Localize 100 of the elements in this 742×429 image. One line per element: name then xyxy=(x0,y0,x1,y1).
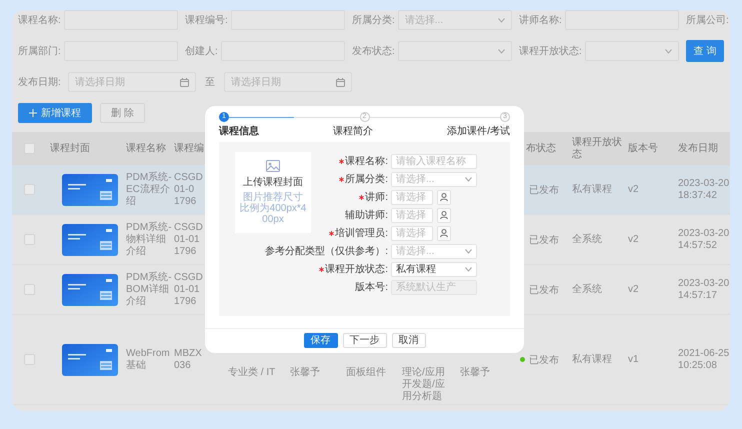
table-cell-text: 已发布 xyxy=(529,184,559,196)
form-label: 课程开放状态: xyxy=(325,262,388,276)
column-header: 发布日期 xyxy=(677,142,719,154)
select-field[interactable]: 请选择... xyxy=(391,244,477,258)
text-field[interactable] xyxy=(230,10,345,30)
user-picker-button[interactable] xyxy=(437,226,451,240)
table-cell-text: CSGD 01-0 1796 xyxy=(173,172,204,208)
table-cell-text: PDM系统-BOM详细介绍 xyxy=(125,272,172,308)
search-button[interactable]: 查 询 xyxy=(686,40,724,62)
form-label: 所属分类: xyxy=(345,172,388,186)
filter-label: 创建人: xyxy=(185,44,218,58)
caret-icon xyxy=(465,248,472,254)
table-cell-text: 张馨予 xyxy=(459,367,491,379)
select-field[interactable]: 请选择 xyxy=(391,208,433,222)
caret-icon xyxy=(498,18,505,22)
table-cell-text: 全系统 xyxy=(571,234,603,246)
select-field[interactable]: 请选择 xyxy=(391,226,433,240)
table-cell-text: v2 xyxy=(627,184,640,196)
filter-label: 所属部门: xyxy=(18,44,61,58)
table-cell-text: WebFrom基础 xyxy=(125,348,171,372)
table-cell-text: v1 xyxy=(627,354,640,366)
form-label: 培训管理员: xyxy=(335,226,388,240)
calendar-icon xyxy=(180,78,189,86)
table-cell-text: 理论/应用开发题/应用分析题 xyxy=(401,367,446,403)
range-separator: 至 xyxy=(204,76,215,89)
add-course-button[interactable]: 新增课程 xyxy=(18,103,92,123)
upload-hint: 图片推荐尺寸比例为400px*400px xyxy=(239,192,307,225)
form-label: 讲师: xyxy=(365,190,388,204)
table-cell-text: 张馨予 xyxy=(289,367,321,379)
dialog-button[interactable]: 取消 xyxy=(392,333,426,348)
form-label: 版本号: xyxy=(355,280,388,294)
cover-upload[interactable]: 上传课程封面 图片推荐尺寸比例为400px*400px xyxy=(235,152,311,233)
table-cell-text: 全系统 xyxy=(571,284,603,296)
table-cell-text: 已发布 xyxy=(529,234,559,246)
table-cell-text: 2023-03-20 14:57:17 xyxy=(677,278,730,302)
caret-icon xyxy=(498,48,505,54)
table-cell-text: 私有课程 xyxy=(571,184,613,196)
user-picker-button[interactable] xyxy=(437,208,451,222)
calendar-icon xyxy=(336,78,345,86)
step-label: 课程信息 xyxy=(219,124,259,136)
caret-icon xyxy=(465,266,472,272)
table-cell-text: MBZX 036 xyxy=(173,348,203,372)
select-field[interactable]: 请选择 xyxy=(391,190,433,204)
filter-label: 所属公司: xyxy=(686,14,729,27)
caret-icon xyxy=(465,176,472,182)
image-icon xyxy=(266,160,280,172)
table-cell-text: 2021-06-25 10:25:08 xyxy=(677,348,730,372)
text-field[interactable] xyxy=(564,10,679,30)
table-cell-text: 已发布 xyxy=(529,284,559,296)
filter-label: 发布状态: xyxy=(352,44,395,58)
table-cell-text: 专业类 / IT xyxy=(227,367,276,379)
user-picker-button[interactable] xyxy=(437,190,451,204)
table-cell-text: 私有课程 xyxy=(571,354,613,366)
select-field[interactable] xyxy=(398,41,512,61)
form-label: 辅助讲师: xyxy=(345,208,388,222)
table-cell-text: 面板组件 xyxy=(345,367,387,379)
form-label: 参考分配类型（仅供参考）: xyxy=(265,244,388,258)
course-thumbnail xyxy=(62,344,118,376)
column-header: 课程编 xyxy=(173,142,205,154)
delete-button[interactable]: 删 除 xyxy=(100,103,145,123)
row-checkbox[interactable] xyxy=(24,184,35,195)
person-icon xyxy=(440,211,448,219)
filter-label: 所属分类: xyxy=(352,14,395,27)
upload-title: 上传课程封面 xyxy=(243,176,303,189)
table-cell-text: PDM系统-EC流程介绍 xyxy=(125,172,172,208)
table-cell-text: 已发布 xyxy=(529,354,559,366)
form-label: 课程名称: xyxy=(345,155,388,168)
column-header: 课程名称 xyxy=(125,142,167,154)
table-cell-text: 2023-03-20 14:57:52 xyxy=(677,228,730,252)
dialog-button[interactable]: 保存 xyxy=(304,333,338,348)
course-thumbnail xyxy=(62,224,118,256)
select-field[interactable]: 请选择... xyxy=(391,172,477,186)
filter-label: 课程名称: xyxy=(18,14,61,27)
filter-label: 发布日期: xyxy=(18,76,61,89)
column-header: 课程封面 xyxy=(49,142,91,154)
text-field[interactable] xyxy=(64,10,178,30)
column-header: 版本号 xyxy=(627,142,659,154)
table-cell-text: PDM系统-物料详细介绍 xyxy=(125,222,172,258)
table-cell-text: v2 xyxy=(627,234,640,246)
table-cell-text: v2 xyxy=(627,284,640,296)
column-header: 课程开放状态 xyxy=(571,136,623,160)
filter-label: 讲师名称: xyxy=(519,14,562,27)
course-thumbnail xyxy=(62,274,118,306)
filter-label: 课程开放状态: xyxy=(519,44,582,58)
dialog-button[interactable]: 下一步 xyxy=(342,333,386,348)
filter-label: 课程编号: xyxy=(185,14,228,27)
column-header: 布状态 xyxy=(525,142,557,154)
person-icon xyxy=(440,229,448,237)
course-thumbnail xyxy=(62,174,118,206)
step-label: 课程简介 xyxy=(333,125,374,136)
text-field[interactable]: 请输入课程名称 xyxy=(391,154,477,168)
caret-icon xyxy=(665,48,672,54)
table-cell-text: CSGD 01-01 1796 xyxy=(173,272,204,308)
table-cell-text: CSGD 01-01 1796 xyxy=(173,222,204,258)
select-field[interactable] xyxy=(584,41,679,61)
step-label: 添加课件/考试 xyxy=(447,124,510,136)
table-cell-text: 2023-03-20 18:37:42 xyxy=(677,178,730,202)
select-field[interactable]: 私有课程 xyxy=(391,262,477,276)
plus-icon xyxy=(29,109,37,117)
person-icon xyxy=(440,193,448,201)
